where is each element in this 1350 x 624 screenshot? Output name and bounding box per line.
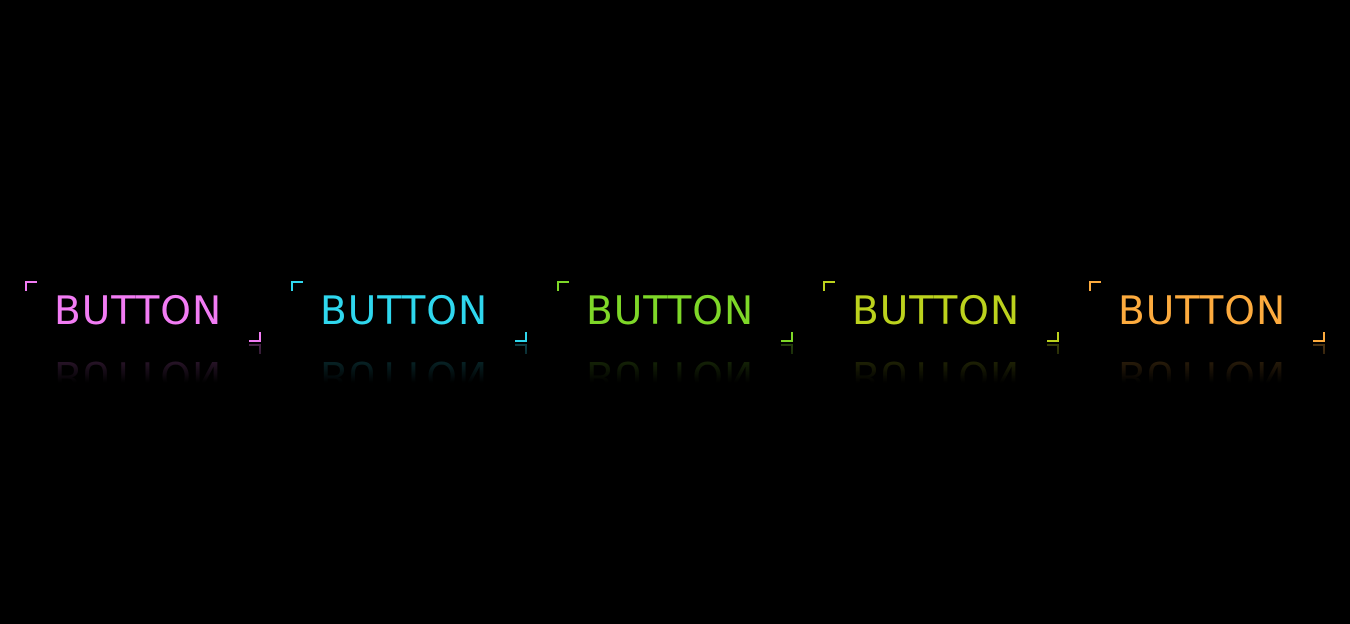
neon-button-pink[interactable]: BUTTON [24, 280, 262, 346]
corner-bracket-bottom-right [1313, 332, 1325, 342]
corner-bracket-top-left [291, 281, 303, 291]
neon-button-green[interactable]: BUTTON [556, 280, 794, 346]
button-label: BUTTON [54, 289, 223, 334]
corner-bracket-bottom-right [1047, 332, 1059, 342]
corner-bracket-top-left [1089, 281, 1101, 291]
neon-button-lime[interactable]: BUTTON [822, 280, 1060, 346]
button-label: BUTTON [1118, 289, 1287, 334]
neon-button-orange[interactable]: BUTTON [1088, 280, 1326, 346]
neon-button-cyan[interactable]: BUTTON [290, 280, 528, 346]
corner-bracket-top-left [25, 281, 37, 291]
button-label: BUTTON [586, 289, 755, 334]
corner-bracket-bottom-right [249, 332, 261, 342]
corner-bracket-top-left [823, 281, 835, 291]
button-label: BUTTON [852, 289, 1021, 334]
button-label: BUTTON [320, 289, 489, 334]
corner-bracket-top-left [557, 281, 569, 291]
corner-bracket-bottom-right [781, 332, 793, 342]
page-canvas: BUTTON BUTTON BUTTON BUTTON BUTTON [0, 0, 1350, 624]
corner-bracket-bottom-right [515, 332, 527, 342]
button-row: BUTTON BUTTON BUTTON BUTTON BUTTON [24, 280, 1326, 346]
